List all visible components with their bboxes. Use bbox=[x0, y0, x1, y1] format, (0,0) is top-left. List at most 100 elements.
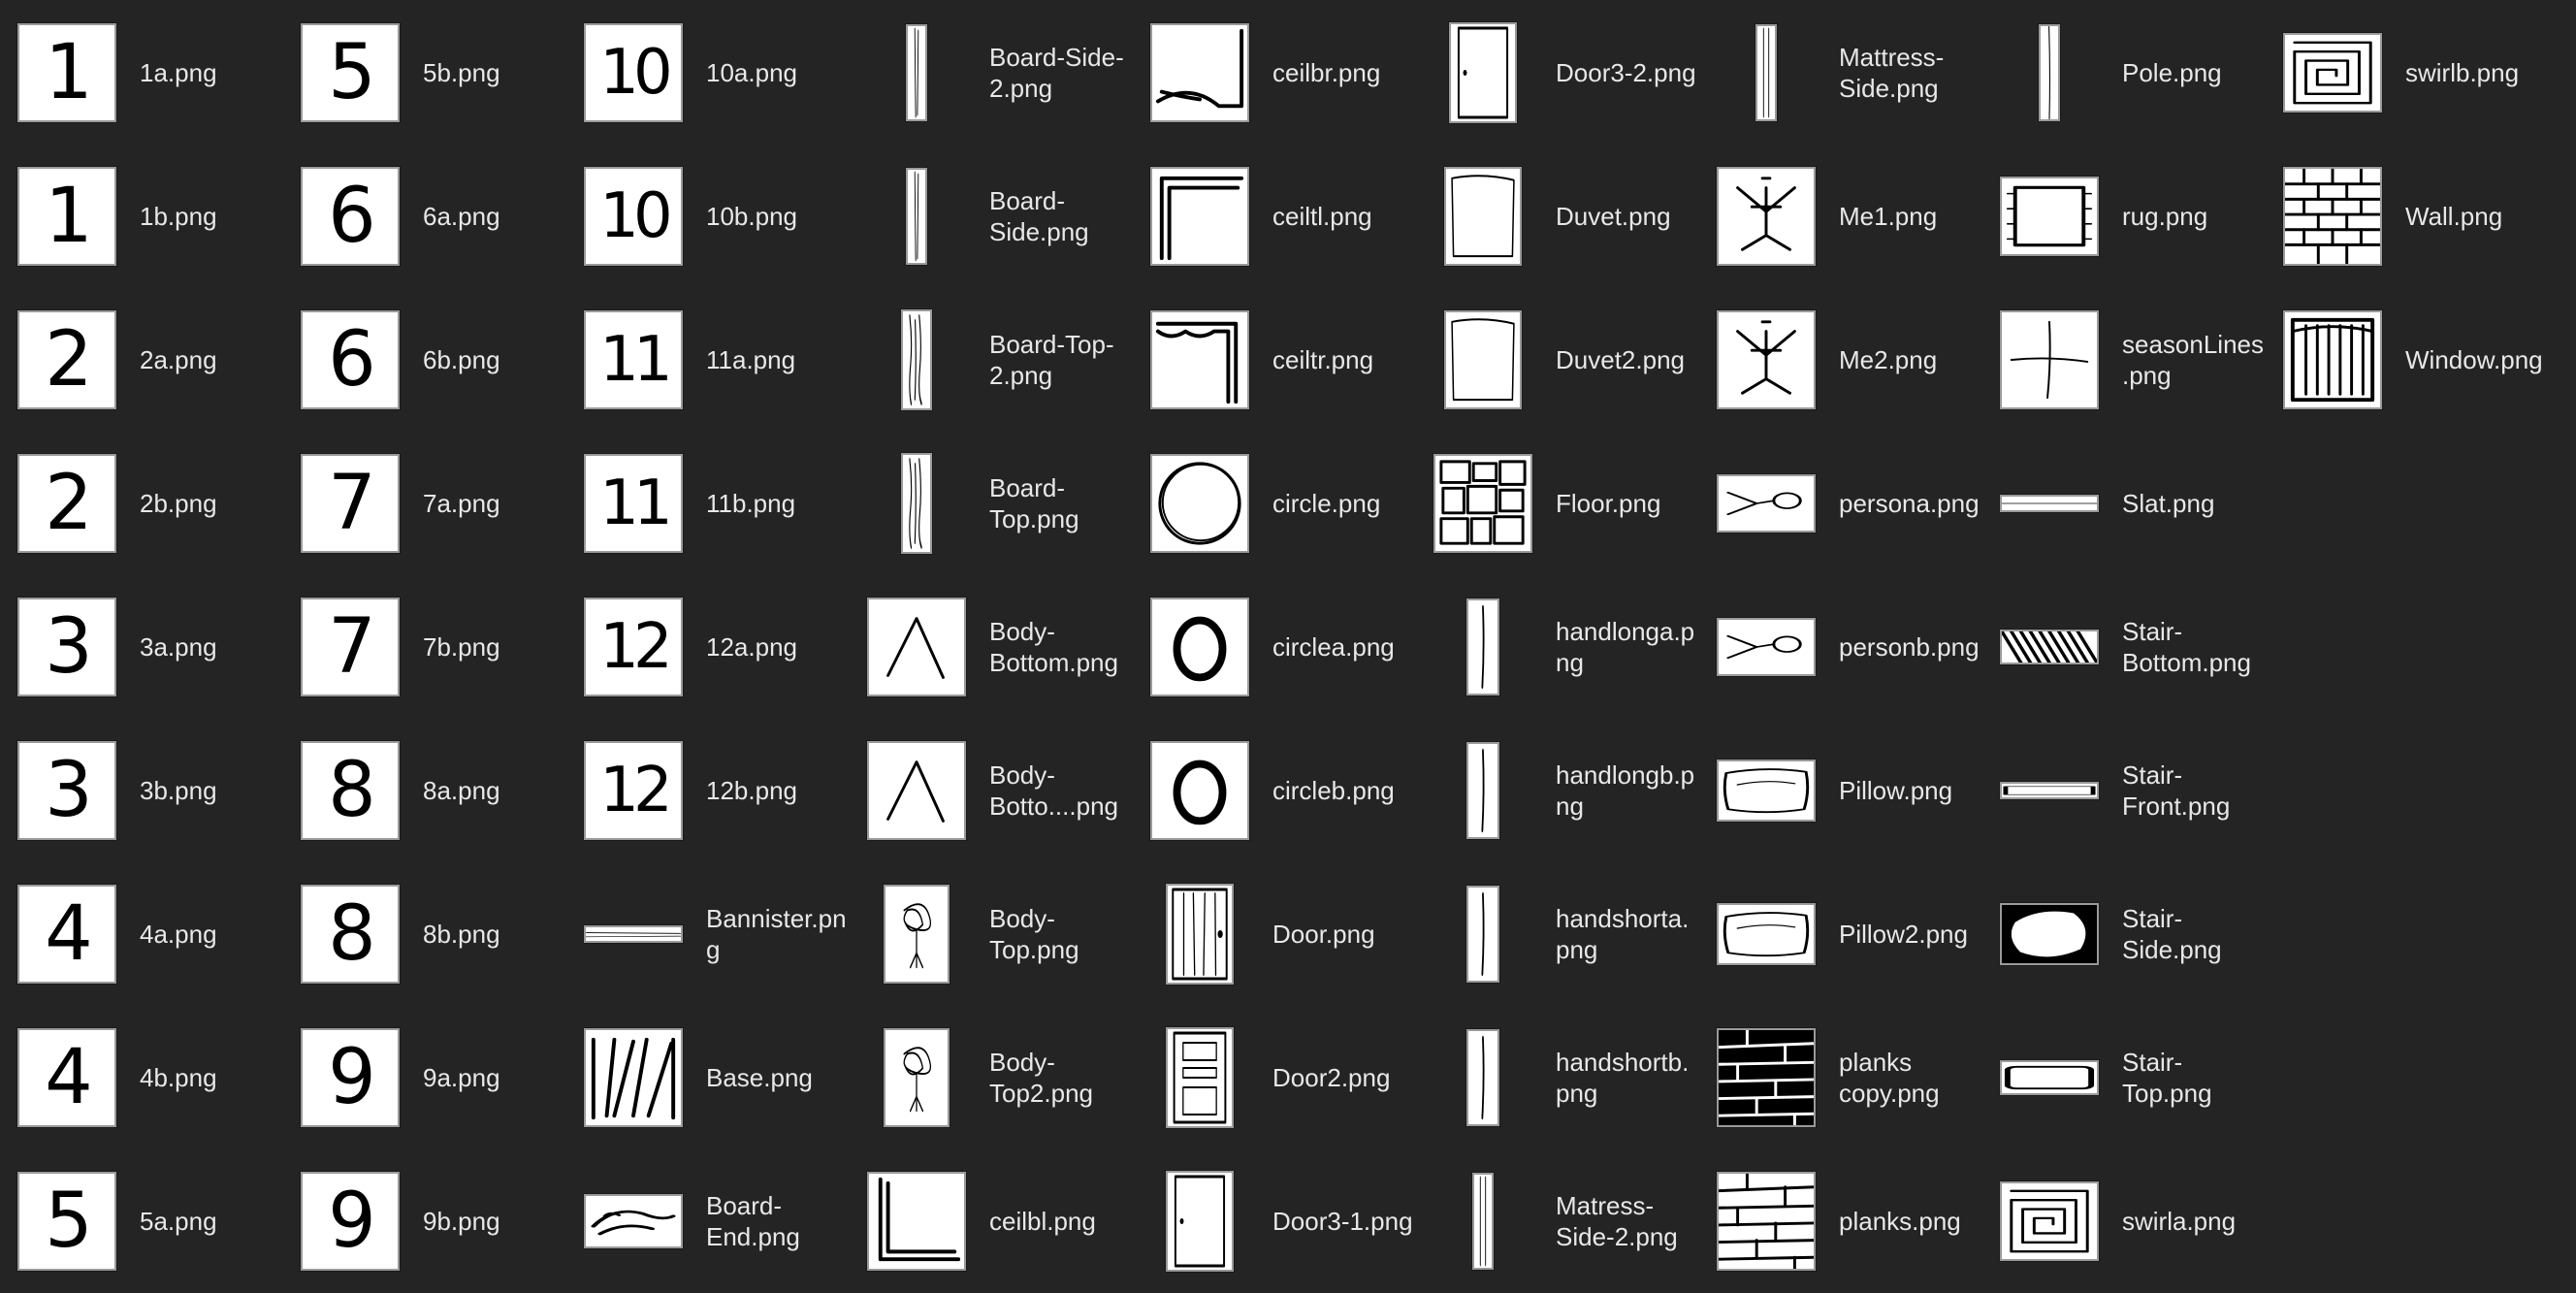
file-thumbnail[interactable]: 7 bbox=[291, 588, 409, 706]
file-name-label[interactable]: 3b.png bbox=[140, 775, 283, 806]
file-item[interactable]: persona.png bbox=[1699, 432, 1982, 575]
file-item[interactable]: 7 7b.png bbox=[283, 575, 566, 719]
file-thumbnail[interactable] bbox=[574, 1018, 692, 1137]
file-thumbnail[interactable]: 3 bbox=[8, 588, 126, 706]
file-item[interactable]: handshortb.png bbox=[1416, 1006, 1699, 1149]
file-name-label[interactable]: handshortb.png bbox=[1556, 1047, 1701, 1109]
file-thumbnail[interactable] bbox=[857, 444, 976, 563]
file-item[interactable]: Door3-2.png bbox=[1416, 1, 1699, 145]
file-thumbnail[interactable] bbox=[1424, 14, 1542, 132]
file-name-label[interactable]: 4b.png bbox=[140, 1062, 283, 1093]
file-name-label[interactable]: handlongb.png bbox=[1556, 760, 1701, 822]
file-item[interactable]: Pillow.png bbox=[1699, 719, 1982, 862]
file-item[interactable]: Matress-Side-2.png bbox=[1416, 1149, 1699, 1293]
file-item[interactable]: Board-Side.png bbox=[850, 145, 1133, 288]
file-name-label[interactable]: persona.png bbox=[1839, 488, 1982, 519]
file-thumbnail[interactable]: 1 bbox=[8, 157, 126, 275]
file-thumbnail[interactable] bbox=[1707, 301, 1825, 419]
file-name-label[interactable]: 6b.png bbox=[423, 344, 566, 375]
file-thumbnail[interactable] bbox=[2273, 157, 2392, 275]
file-name-label[interactable]: seasonLines.png bbox=[2122, 329, 2268, 391]
file-name-label[interactable]: Bannister.png bbox=[706, 903, 852, 965]
file-name-label[interactable]: 2b.png bbox=[140, 488, 283, 519]
file-thumbnail[interactable] bbox=[1141, 444, 1259, 563]
file-name-label[interactable]: ceilbr.png bbox=[1272, 57, 1416, 88]
file-thumbnail[interactable]: 6 bbox=[291, 301, 409, 419]
file-name-label[interactable]: swirlb.png bbox=[2405, 57, 2549, 88]
file-item[interactable]: Base.png bbox=[566, 1006, 850, 1149]
file-name-label[interactable]: 8b.png bbox=[423, 919, 566, 950]
file-name-label[interactable]: 5b.png bbox=[423, 57, 566, 88]
file-name-label[interactable]: 12b.png bbox=[706, 775, 850, 806]
file-item[interactable]: Bannister.png bbox=[566, 862, 850, 1006]
file-item[interactable]: 2 2a.png bbox=[0, 288, 283, 432]
file-thumbnail[interactable] bbox=[574, 1162, 692, 1280]
file-item[interactable]: Window.png bbox=[2266, 288, 2549, 432]
file-item[interactable]: handlongb.png bbox=[1416, 719, 1699, 862]
file-name-label[interactable]: 3a.png bbox=[140, 631, 283, 663]
file-item[interactable]: Wall.png bbox=[2266, 145, 2549, 288]
file-item[interactable]: 3 3b.png bbox=[0, 719, 283, 862]
file-name-label[interactable]: ceilbl.png bbox=[989, 1206, 1133, 1237]
file-item[interactable]: Stair-Bottom.png bbox=[1982, 575, 2266, 719]
file-name-label[interactable]: personb.png bbox=[1839, 631, 1982, 663]
file-name-label[interactable]: 12a.png bbox=[706, 631, 850, 663]
file-item[interactable]: 6 6b.png bbox=[283, 288, 566, 432]
file-item[interactable]: Me1.png bbox=[1699, 145, 1982, 288]
file-thumbnail[interactable] bbox=[1424, 588, 1542, 706]
file-name-label[interactable]: 9b.png bbox=[423, 1206, 566, 1237]
file-thumbnail[interactable] bbox=[857, 157, 976, 275]
file-item[interactable]: circleb.png bbox=[1133, 719, 1416, 862]
file-item[interactable]: Duvet.png bbox=[1416, 145, 1699, 288]
file-thumbnail[interactable] bbox=[1707, 875, 1825, 993]
file-thumbnail[interactable]: 4 bbox=[8, 875, 126, 993]
file-thumbnail[interactable] bbox=[857, 1018, 976, 1137]
file-name-label[interactable]: 7b.png bbox=[423, 631, 566, 663]
file-thumbnail[interactable] bbox=[1141, 588, 1259, 706]
file-thumbnail[interactable]: 9 bbox=[291, 1162, 409, 1280]
file-thumbnail[interactable]: 5 bbox=[291, 14, 409, 132]
file-thumbnail[interactable] bbox=[1990, 301, 2109, 419]
file-thumbnail[interactable] bbox=[1990, 444, 2109, 563]
file-name-label[interactable]: circle.png bbox=[1272, 488, 1416, 519]
file-item[interactable]: 12 12b.png bbox=[566, 719, 850, 862]
file-thumbnail[interactable] bbox=[857, 14, 976, 132]
file-item[interactable]: Stair-Top.png bbox=[1982, 1006, 2266, 1149]
file-item[interactable]: ceilbr.png bbox=[1133, 1, 1416, 145]
file-item[interactable]: 7 7a.png bbox=[283, 432, 566, 575]
file-thumbnail[interactable] bbox=[1990, 588, 2109, 706]
file-name-label[interactable]: circleb.png bbox=[1272, 775, 1416, 806]
file-thumbnail[interactable] bbox=[857, 875, 976, 993]
file-thumbnail[interactable] bbox=[1990, 1162, 2109, 1280]
file-name-label[interactable]: 7a.png bbox=[423, 488, 566, 519]
file-name-label[interactable]: ceiltl.png bbox=[1272, 201, 1416, 232]
file-thumbnail[interactable] bbox=[2273, 301, 2392, 419]
file-thumbnail[interactable]: 1 bbox=[8, 14, 126, 132]
file-item[interactable]: Pillow2.png bbox=[1699, 862, 1982, 1006]
file-item[interactable]: 11 11a.png bbox=[566, 288, 850, 432]
file-name-label[interactable]: planks.png bbox=[1839, 1206, 1982, 1237]
file-item[interactable]: handshorta.png bbox=[1416, 862, 1699, 1006]
file-name-label[interactable]: Wall.png bbox=[2405, 201, 2549, 232]
file-item[interactable]: Me2.png bbox=[1699, 288, 1982, 432]
file-name-label[interactable]: Body-Botto....png bbox=[989, 760, 1133, 822]
file-thumbnail[interactable] bbox=[1141, 301, 1259, 419]
file-name-label[interactable]: Pillow.png bbox=[1839, 775, 1982, 806]
file-name-label[interactable]: Stair-Side.png bbox=[2122, 903, 2266, 965]
file-name-label[interactable]: Pillow2.png bbox=[1839, 919, 1982, 950]
file-name-label[interactable]: Duvet2.png bbox=[1556, 344, 1699, 375]
file-item[interactable]: ceilbl.png bbox=[850, 1149, 1133, 1293]
file-item[interactable]: Duvet2.png bbox=[1416, 288, 1699, 432]
file-item[interactable]: Body-Top.png bbox=[850, 862, 1133, 1006]
file-name-label[interactable]: Board-End.png bbox=[706, 1190, 850, 1252]
file-thumbnail[interactable]: 11 bbox=[574, 444, 692, 563]
file-thumbnail[interactable] bbox=[1141, 731, 1259, 850]
file-item[interactable]: 2 2b.png bbox=[0, 432, 283, 575]
file-name-label[interactable]: Me1.png bbox=[1839, 201, 1982, 232]
file-name-label[interactable]: 6a.png bbox=[423, 201, 566, 232]
file-thumbnail[interactable]: 7 bbox=[291, 444, 409, 563]
file-name-label[interactable]: Stair-Bottom.png bbox=[2122, 616, 2266, 678]
file-name-label[interactable]: Board-Top.png bbox=[989, 472, 1133, 534]
file-item[interactable]: 11 11b.png bbox=[566, 432, 850, 575]
file-name-label[interactable]: Body-Bottom.png bbox=[989, 616, 1133, 678]
